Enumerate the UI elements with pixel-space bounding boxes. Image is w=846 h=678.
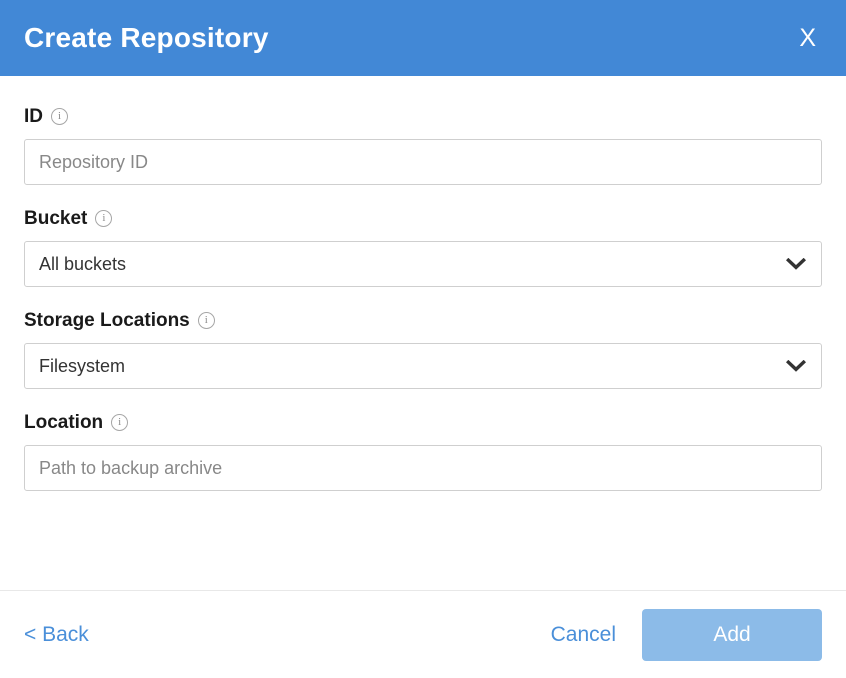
field-label-row-storage-locations: Storage Locations i [24, 308, 822, 332]
field-label-storage-locations: Storage Locations [24, 311, 190, 330]
create-repository-dialog: Create Repository X ID i Bucket i All bu… [0, 0, 846, 678]
field-label-location: Location [24, 413, 103, 432]
field-label-bucket: Bucket [24, 209, 87, 228]
dialog-body: ID i Bucket i All buckets Storage Lo [0, 76, 846, 590]
page-title: Create Repository [24, 24, 269, 52]
storage-locations-select-wrapper: Filesystem [24, 343, 822, 389]
bucket-select[interactable]: All buckets [24, 241, 822, 287]
info-icon-location[interactable]: i [111, 414, 128, 431]
form-group-bucket: Bucket i All buckets [24, 206, 822, 287]
info-icon-bucket[interactable]: i [95, 210, 112, 227]
dialog-header: Create Repository X [0, 0, 846, 76]
field-label-row-id: ID i [24, 104, 822, 128]
cancel-button[interactable]: Cancel [549, 618, 618, 651]
dialog-footer: < Back Cancel Add [0, 590, 846, 678]
form-group-storage-locations: Storage Locations i Filesystem [24, 308, 822, 389]
storage-locations-select[interactable]: Filesystem [24, 343, 822, 389]
back-button[interactable]: < Back [24, 624, 89, 645]
field-label-row-bucket: Bucket i [24, 206, 822, 230]
close-icon[interactable]: X [791, 22, 824, 55]
info-icon-storage-locations[interactable]: i [198, 312, 215, 329]
location-input[interactable] [24, 445, 822, 491]
info-icon-id[interactable]: i [51, 108, 68, 125]
form-group-location: Location i [24, 410, 822, 491]
form-group-id: ID i [24, 104, 822, 185]
field-label-id: ID [24, 107, 43, 126]
bucket-select-wrapper: All buckets [24, 241, 822, 287]
add-button[interactable]: Add [642, 609, 822, 661]
repository-id-input[interactable] [24, 139, 822, 185]
field-label-row-location: Location i [24, 410, 822, 434]
footer-actions: Cancel Add [549, 609, 822, 661]
